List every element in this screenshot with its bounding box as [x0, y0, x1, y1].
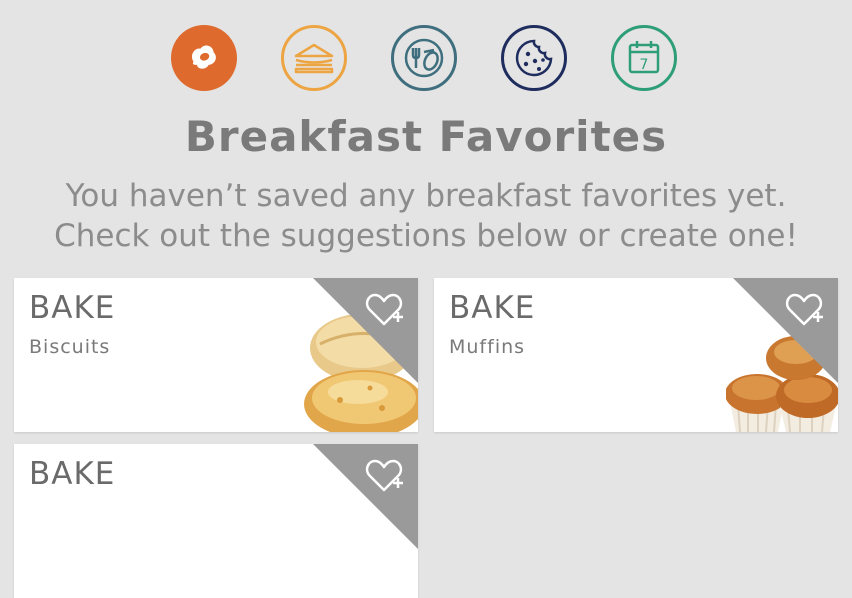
card-category: BAKE — [29, 456, 116, 492]
card-category: BAKE — [29, 290, 116, 326]
sandwich-icon[interactable] — [281, 25, 347, 91]
card-category: BAKE — [449, 290, 536, 326]
card-title: Muffins — [449, 336, 526, 358]
suggestion-card-biscuits[interactable]: BAKE Biscuits — [14, 278, 418, 432]
suggestion-card-muffins[interactable]: BAKE Muffins — [434, 278, 838, 432]
suggestion-card[interactable]: BAKE — [14, 444, 418, 598]
calendar-day-label: 7 — [640, 57, 649, 73]
add-favorite-button[interactable] — [784, 290, 828, 330]
card-title: Biscuits — [29, 336, 111, 358]
add-favorite-button[interactable] — [364, 290, 408, 330]
empty-state-line-2: Check out the suggestions below or creat… — [54, 218, 798, 254]
category-icon-row: 7 — [0, 25, 852, 97]
calendar-icon[interactable]: 7 — [611, 25, 677, 91]
plate-utensils-icon[interactable] — [391, 25, 457, 91]
add-favorite-button[interactable] — [364, 456, 408, 496]
cookie-icon[interactable] — [501, 25, 567, 91]
heart-plus-icon — [365, 293, 403, 326]
empty-state-line-1: You haven’t saved any breakfast favorite… — [65, 178, 787, 214]
heart-plus-icon — [365, 459, 403, 492]
page-title: Breakfast Favorites — [184, 112, 668, 161]
egg-icon[interactable] — [171, 25, 237, 91]
heart-plus-icon — [785, 293, 823, 326]
empty-state-message: You haven’t saved any breakfast favorite… — [0, 176, 852, 256]
